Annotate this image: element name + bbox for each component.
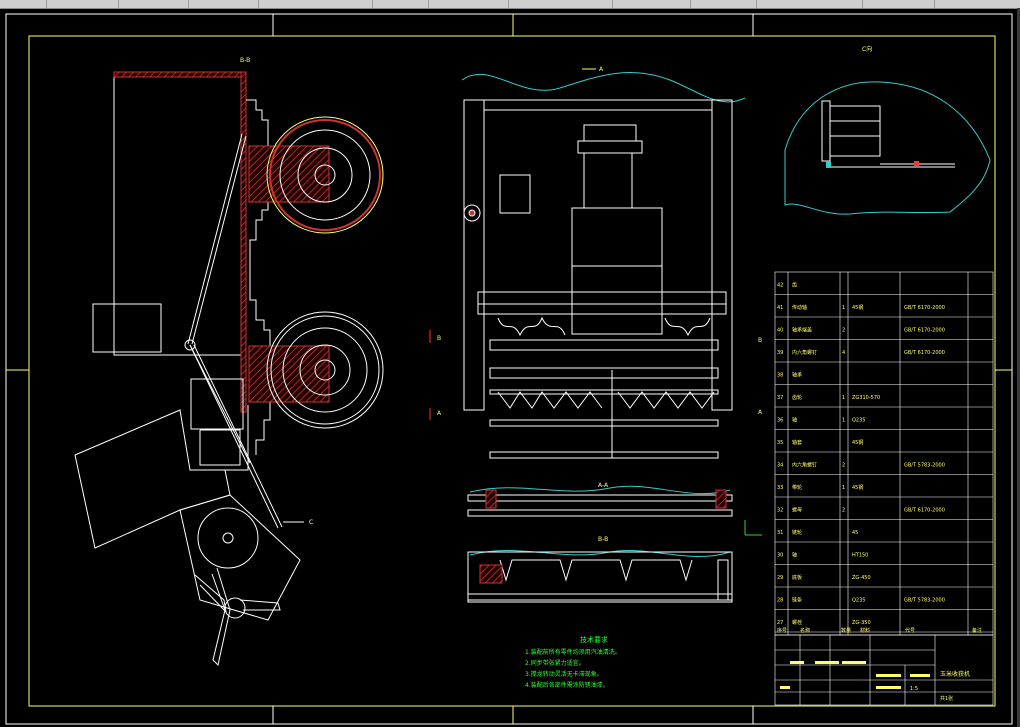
bom-col-no: 序号	[777, 627, 787, 634]
bom-cell-name: 内六角螺钉	[792, 349, 817, 356]
left-side-view: B-B C	[74, 57, 384, 667]
bom-cell-material: ZG-450	[852, 575, 871, 581]
bom-cell-material: 45钢	[852, 484, 863, 491]
bom-cell-no: 35	[777, 440, 783, 446]
bom-cell-material: HT150	[852, 553, 868, 559]
bom-cell-no: 39	[777, 350, 783, 356]
bom-cell-code: GB/T 6170-2000	[904, 305, 945, 311]
bom-col-qty: 数量	[841, 627, 851, 634]
bom-cell-qty: 2	[842, 463, 845, 469]
section-b-b: B-B	[467, 536, 733, 603]
label-mark-a-left: A	[437, 410, 442, 417]
parts-list-table: 42 齿41 传动轴 1 45钢 GB/T 6170-200040 轴承端盖 2 GB/T 61…	[774, 271, 994, 636]
bom-cell-material: 45钢	[852, 439, 863, 446]
bom-cell-code: GB/T 5783-2000	[904, 463, 945, 469]
bom-cell-no: 28	[777, 598, 783, 604]
bom-cell-name: 传动轴	[792, 304, 807, 311]
bom-cell-no: 30	[777, 553, 783, 559]
label-mark-b-right: B	[758, 337, 762, 344]
bom-cell-no: 37	[777, 395, 783, 401]
bom-cell-name: 轴	[792, 417, 797, 424]
front-view: A B A B A	[429, 66, 763, 459]
label-arrow-c: C	[309, 519, 313, 526]
bom-cell-qty: 1	[842, 485, 845, 491]
bom-cell-material: Q235	[852, 598, 865, 604]
tech-req-title: 技术要求	[580, 635, 608, 644]
bom-cell-no: 29	[777, 575, 783, 581]
technical-requirements: 技术要求 1.装配前所有零件均须用汽油清洗。 2.同步带张紧力适宜。 3.搅龙转…	[525, 635, 621, 689]
bom-cell-name: 内六角螺钉	[792, 462, 817, 469]
ucs-icon	[744, 520, 762, 536]
bom-cell-name: 带轮	[792, 484, 802, 491]
bom-cell-name: 底板	[792, 574, 802, 581]
bom-col-material: 材料	[860, 627, 870, 634]
bom-col-remark: 备注	[972, 627, 982, 634]
bom-col-code: 代号	[905, 627, 915, 634]
tech-req-item-1: 1.装配前所有零件均须用汽油清洗。	[525, 648, 621, 656]
bom-cell-qty: 1	[842, 305, 845, 311]
title-drawing-name: 玉米收获机	[940, 670, 970, 678]
bom-cell-no: 40	[777, 328, 783, 334]
bom-cell-no: 34	[777, 463, 783, 469]
label-section-aa: A-A	[598, 482, 609, 489]
bom-cell-qty: 1	[842, 418, 845, 424]
label-section-bb: B-B	[598, 536, 608, 543]
bom-cell-code: GB/T 6170-2000	[904, 328, 945, 334]
bom-cell-name: 链轮	[792, 529, 802, 536]
tech-req-item-2: 2.同步带张紧力适宜。	[525, 659, 585, 667]
label-front-view: A	[599, 66, 604, 73]
bom-cell-name: 链条	[792, 597, 802, 604]
title-sheet: 共1张	[940, 695, 953, 702]
bom-cell-code: GB/T 5783-2000	[904, 598, 945, 604]
bom-cell-no: 36	[777, 418, 783, 424]
bom-cell-no: 38	[777, 373, 783, 379]
title-block: 玉米收获机 1:5 共1张	[774, 634, 994, 706]
bom-cell-qty: 4	[842, 350, 845, 356]
tech-req-item-4: 4.装配后各部件需涂防锈油漆。	[525, 681, 609, 689]
cad-drawing-canvas[interactable]: B-B C A B A B A A-A B-B C向 技术要求 1.装配前所有零…	[0, 8, 1017, 727]
bom-col-name: 名称	[800, 627, 810, 634]
label-left-view: B-B	[240, 57, 250, 64]
bom-cell-no: 42	[777, 283, 783, 289]
parts-list-rows: 42 齿41 传动轴 1 45钢 GB/T 6170-200040 轴承端盖 2 GB/T 61…	[777, 283, 945, 627]
bom-cell-name: 轴套	[792, 439, 802, 446]
bom-cell-material: Q235	[852, 418, 865, 424]
bom-cell-qty: 2	[842, 328, 845, 334]
bom-cell-name: 轴	[792, 552, 797, 559]
section-a-a: A-A	[467, 482, 733, 517]
bom-cell-name: 轴承	[792, 372, 802, 379]
bom-cell-no: 33	[777, 485, 783, 491]
bom-cell-name: 轴承端盖	[792, 327, 812, 334]
bom-cell-material: ZG310-570	[852, 395, 880, 401]
bom-cell-material: 45钢	[852, 304, 863, 311]
bom-cell-name: 螺栓	[792, 619, 802, 626]
label-detail-c: C向	[862, 45, 872, 53]
label-mark-b-left: B	[437, 335, 441, 342]
bom-cell-qty: 1	[842, 395, 845, 401]
bom-cell-code: GB/T 6170-2000	[904, 350, 945, 356]
bom-cell-qty: 2	[842, 508, 845, 514]
detail-c-view: C向	[784, 45, 991, 215]
tech-req-item-3: 3.搅龙转动灵活无卡滞现象。	[525, 670, 603, 678]
bom-cell-no: 41	[777, 305, 783, 311]
bom-cell-no: 32	[777, 508, 783, 514]
label-mark-a-right: A	[758, 409, 763, 416]
bom-cell-no: 31	[777, 530, 783, 536]
bom-cell-name: 齿	[792, 283, 797, 289]
bom-cell-no: 27	[777, 620, 783, 626]
bom-cell-name: 齿轮	[792, 394, 802, 401]
title-scale: 1:5	[910, 686, 918, 692]
bom-cell-code: GB/T 6170-2000	[904, 508, 945, 514]
bom-cell-name: 螺母	[792, 507, 802, 514]
bom-cell-material: 45	[852, 530, 858, 536]
bom-cell-material: ZG-350	[852, 620, 871, 626]
